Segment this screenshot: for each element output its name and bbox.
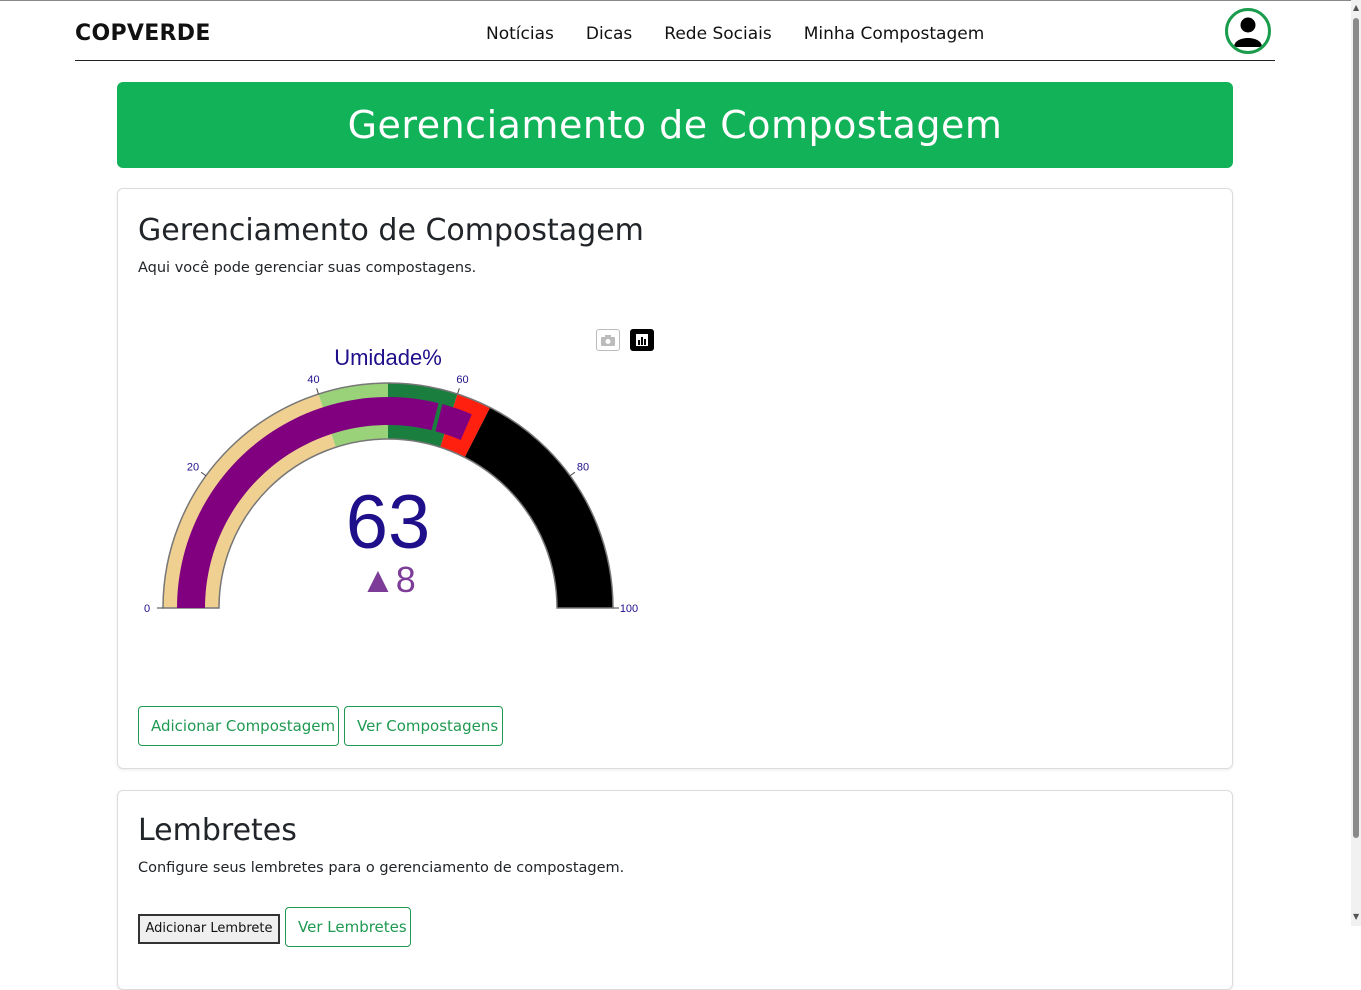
humidity-gauge: 0 20 40 60 80 100 Umidade% 63 ▲8 (144, 345, 638, 615)
gauge-tick-label-40: 40 (307, 374, 319, 386)
gauge-tick-label-100: 100 (620, 603, 638, 615)
nav-link-rede-sociais[interactable]: Rede Sociais (664, 24, 771, 44)
gauge-tick-40 (316, 388, 319, 395)
nav-link-minha-compostagem[interactable]: Minha Compostagem (804, 24, 985, 44)
reminders-card-title: Lembretes (138, 813, 297, 848)
navbar: COPVERDE Notícias Dicas Rede Sociais Min… (75, 0, 1275, 61)
gauge-tick-20 (200, 471, 207, 477)
nav-links: Notícias Dicas Rede Sociais Minha Compos… (486, 24, 984, 44)
gauge-delta: ▲8 (360, 559, 416, 600)
gauge-band-4 (464, 407, 613, 608)
compost-card-text: Aqui você pode gerenciar suas compostage… (138, 260, 477, 276)
add-compost-button[interactable]: Adicionar Compostagem (138, 706, 339, 746)
compost-card-title: Gerenciamento de Compostagem (138, 213, 644, 248)
reminders-card: Lembretes Configure seus lembretes para … (117, 790, 1233, 990)
gauge-tick-label-20: 20 (187, 461, 199, 473)
nav-link-noticias[interactable]: Notícias (486, 24, 554, 44)
gauge-tick-label-0: 0 (144, 603, 150, 615)
scroll-up-arrow-icon[interactable]: ▲ (1353, 4, 1359, 12)
brand-logo[interactable]: COPVERDE (75, 21, 211, 46)
user-avatar-icon[interactable] (1225, 8, 1271, 54)
reminders-card-text: Configure seus lembretes para o gerencia… (138, 860, 625, 876)
scroll-down-arrow-icon[interactable]: ▼ (1353, 913, 1359, 921)
gauge-tick-80 (569, 471, 576, 477)
view-composts-button[interactable]: Ver Compostagens (344, 706, 503, 746)
view-reminders-button[interactable]: Ver Lembretes (285, 907, 411, 947)
scroll-thumb[interactable] (1353, 18, 1359, 838)
page-scrollbar[interactable]: ▲ ▼ (1351, 0, 1361, 926)
gauge-tick-label-80: 80 (577, 461, 589, 473)
gauge-tick-label-60: 60 (456, 374, 468, 386)
gauge-tick-60 (457, 388, 460, 395)
banner-title: Gerenciamento de Compostagem (347, 103, 1003, 147)
page-banner: Gerenciamento de Compostagem (117, 82, 1233, 168)
gauge-title: Umidade% (334, 345, 442, 370)
gauge-number: 63 (346, 480, 431, 565)
add-reminder-button[interactable]: Adicionar Lembrete (138, 914, 280, 944)
nav-link-dicas[interactable]: Dicas (586, 24, 632, 44)
